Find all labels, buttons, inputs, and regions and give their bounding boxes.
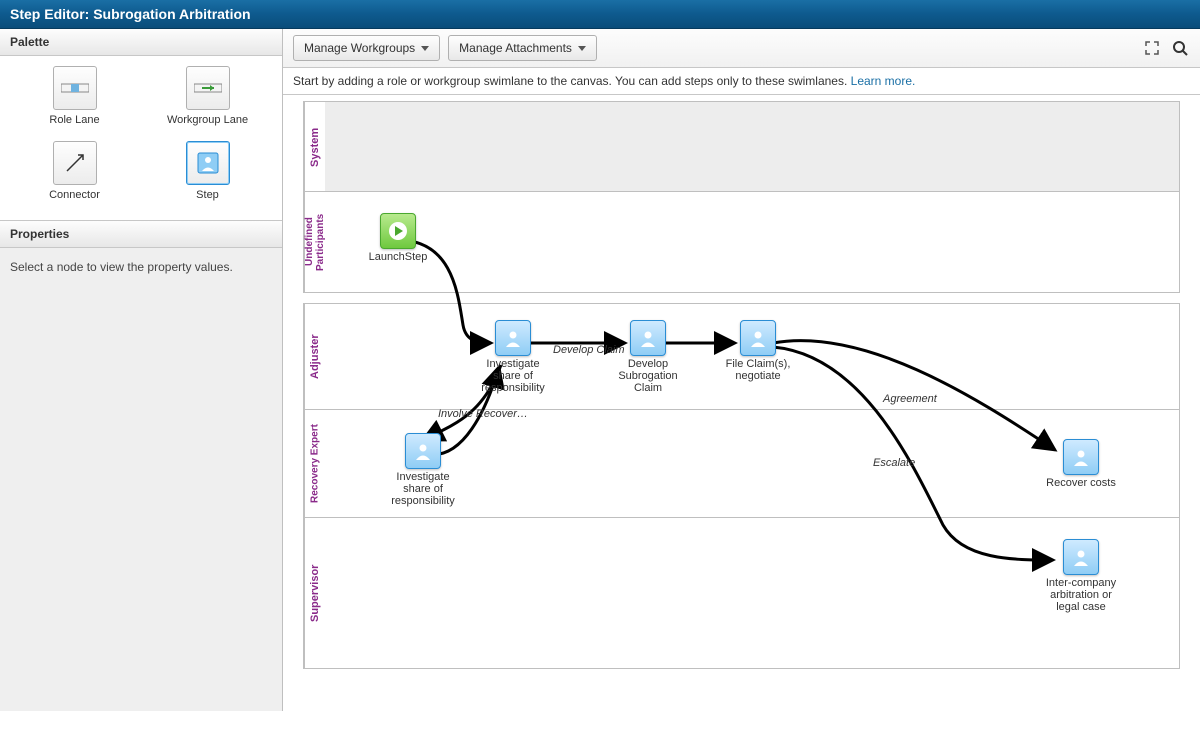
workflow-canvas[interactable]: System Undefined Participants Adjuster R… [283, 95, 1200, 711]
step-icon [630, 320, 666, 356]
palette-step[interactable]: Step [141, 141, 274, 202]
node-recover-costs[interactable]: Recover costs [1041, 439, 1121, 489]
lane-label: Adjuster [304, 304, 325, 410]
chevron-down-icon [421, 46, 429, 51]
role-lane-icon [53, 66, 97, 110]
fullscreen-icon[interactable] [1142, 38, 1162, 58]
zoom-icon[interactable] [1170, 38, 1190, 58]
node-develop-subrogation[interactable]: Develop Subrogation Claim [608, 320, 688, 394]
palette-header: Palette [0, 29, 282, 56]
lane-system[interactable]: System [303, 101, 1180, 193]
step-icon [186, 141, 230, 185]
torn-edge-decoration [0, 708, 1200, 738]
hint-text: Start by adding a role or workgroup swim… [293, 74, 851, 88]
start-icon [380, 213, 416, 249]
palette-connector[interactable]: Connector [8, 141, 141, 202]
lane-label: System [304, 102, 325, 192]
step-icon [1063, 539, 1099, 575]
app-root: Step Editor: Subrogation Arbitration Pal… [0, 0, 1200, 730]
edge-label-escalate: Escalate [873, 457, 915, 469]
lane-label: Undefined Participants [304, 192, 325, 292]
left-column: Palette Role Lane Workgroup Lane [0, 29, 283, 711]
palette-label: Workgroup Lane [141, 114, 274, 127]
node-label: Develop Subrogation Claim [608, 358, 688, 394]
toolbar: Manage Workgroups Manage Attachments [283, 29, 1200, 68]
node-recovery-investigate[interactable]: Investigate share of responsibility [383, 433, 463, 507]
node-label: Investigate share of responsibility [473, 358, 553, 394]
node-file-claims[interactable]: File Claim(s), negotiate [718, 320, 798, 382]
workgroup-lane-icon [186, 66, 230, 110]
palette-workgroup-lane[interactable]: Workgroup Lane [141, 66, 274, 127]
edge-label-agreement: Agreement [883, 393, 937, 405]
step-icon [1063, 439, 1099, 475]
properties-header: Properties [0, 221, 282, 248]
node-supervisor-arbitration[interactable]: Inter-company arbitration or legal case [1041, 539, 1121, 613]
window-title: Step Editor: Subrogation Arbitration [0, 0, 1200, 29]
palette-body: Role Lane Workgroup Lane Connector [0, 56, 282, 221]
node-launch-step[interactable]: LaunchStep [358, 213, 438, 263]
manage-workgroups-button[interactable]: Manage Workgroups [293, 35, 440, 61]
node-label: LaunchStep [358, 251, 438, 263]
lane-label: Supervisor [304, 518, 325, 668]
learn-more-link[interactable]: Learn more. [851, 74, 916, 88]
node-adjuster-investigate[interactable]: Investigate share of responsibility [473, 320, 553, 394]
node-label: File Claim(s), negotiate [718, 358, 798, 382]
canvas-hint: Start by adding a role or workgroup swim… [283, 68, 1200, 95]
button-label: Manage Attachments [459, 41, 572, 55]
lane-label: Recovery Expert [304, 410, 325, 518]
palette-role-lane[interactable]: Role Lane [8, 66, 141, 127]
step-icon [405, 433, 441, 469]
properties-empty-text: Select a node to view the property value… [0, 248, 282, 286]
chevron-down-icon [578, 46, 586, 51]
edge-label-involve: Involve Recover… [438, 408, 528, 420]
palette-label: Connector [8, 189, 141, 202]
title-text: Step Editor: Subrogation Arbitration [10, 6, 251, 22]
step-icon [495, 320, 531, 356]
step-icon [740, 320, 776, 356]
button-label: Manage Workgroups [304, 41, 415, 55]
palette-label: Role Lane [8, 114, 141, 127]
node-label: Inter-company arbitration or legal case [1041, 577, 1121, 613]
manage-attachments-button[interactable]: Manage Attachments [448, 35, 597, 61]
palette-label: Step [141, 189, 274, 202]
right-column: Manage Workgroups Manage Attachments Sta… [283, 29, 1200, 711]
node-label: Recover costs [1041, 477, 1121, 489]
connector-icon [53, 141, 97, 185]
body: Palette Role Lane Workgroup Lane [0, 29, 1200, 711]
node-label: Investigate share of responsibility [383, 471, 463, 507]
